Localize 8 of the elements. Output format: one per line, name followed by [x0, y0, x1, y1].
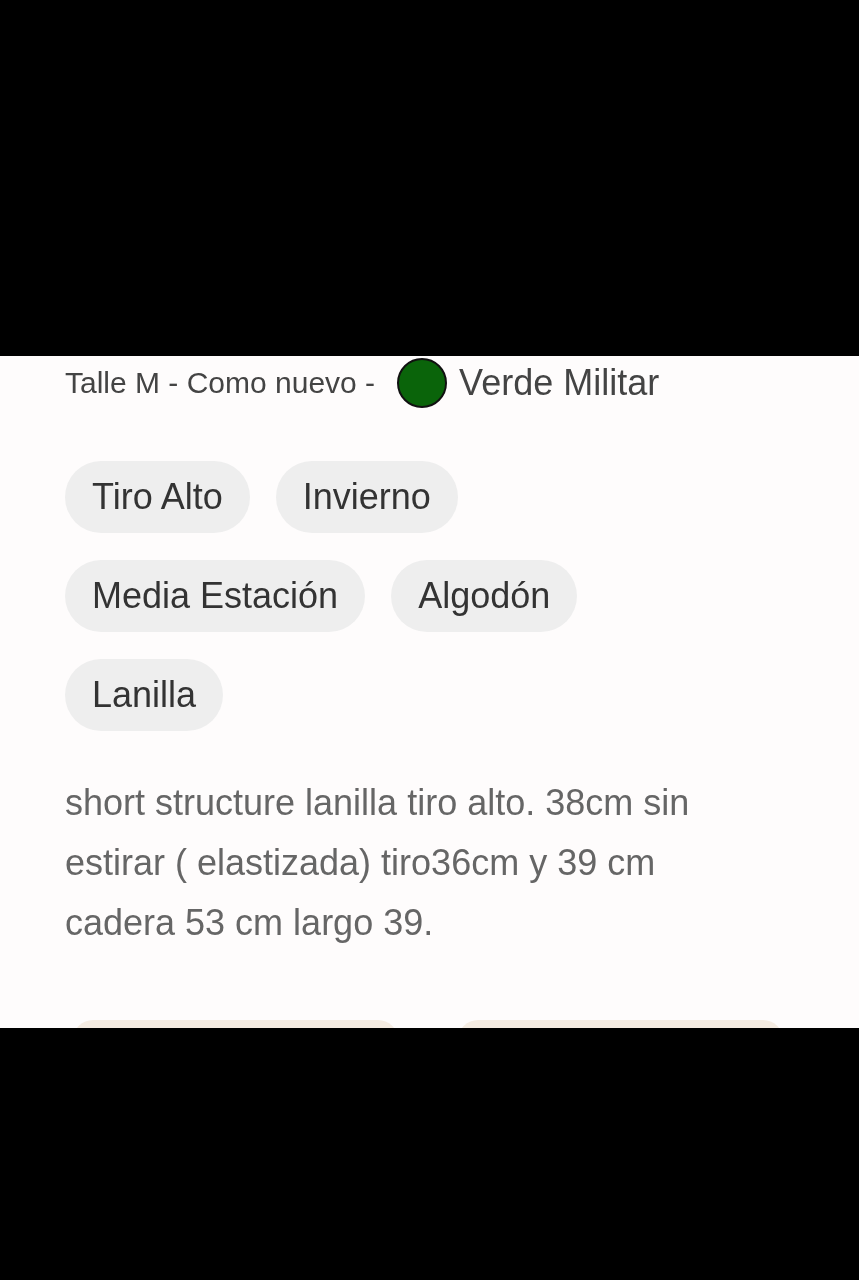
size-condition-text: Talle M - Como nuevo - [65, 366, 376, 400]
tag-chip[interactable]: Invierno [275, 461, 458, 533]
tag-chip[interactable]: Tiro Alto [65, 461, 250, 533]
color-name: Verde Militar [459, 362, 660, 404]
description-text: short structure lanilla tiro alto. 38cm sin estirar ( elastizada) tiro36cm y 39 cm cadera 53 cm largo 39. [65, 781, 691, 945]
tag-chip[interactable]: Media Estación [65, 560, 366, 632]
tag-chip[interactable]: Lanilla [65, 659, 224, 731]
tag-chip[interactable]: Algodón [391, 560, 578, 632]
